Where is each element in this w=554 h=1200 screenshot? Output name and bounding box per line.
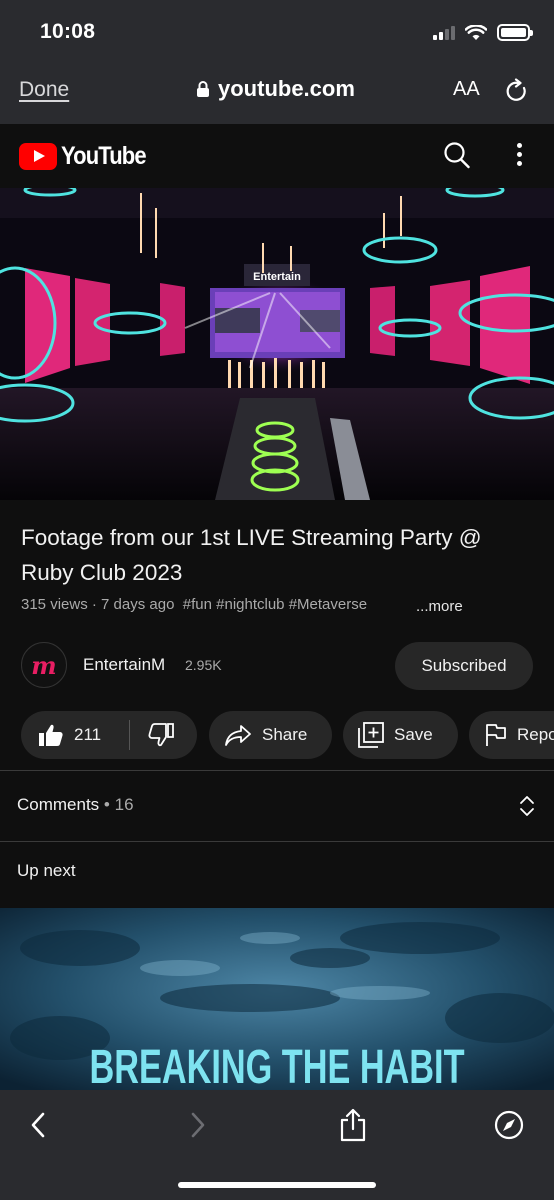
action-bar: 211 Share Save Report [21,711,554,759]
video-frame: Entertain [0,188,554,500]
youtube-logo[interactable]: YouTube [19,142,157,171]
search-icon [444,142,470,169]
back-icon [31,1112,45,1138]
save-label: Save [394,725,433,744]
wifi-icon [465,24,487,40]
status-icons [433,24,533,41]
hashtags[interactable]: #fun #nightclub #Metaverse [183,596,367,613]
save-playlist-icon [358,722,384,748]
back-button[interactable] [28,1110,48,1145]
more-vert-icon[interactable] [517,143,522,166]
channel-row: m EntertainM 2.95K Subscribed [21,642,533,690]
thumbs-down-icon [148,723,174,747]
forward-button[interactable] [188,1110,208,1145]
youtube-wordmark: YouTube [61,142,147,170]
subscriber-count: 2.95K [185,657,222,673]
flag-icon [486,724,506,746]
status-time: 10:08 [40,20,96,43]
thumbnail-title: BREAKING THE HABIT [90,1041,465,1090]
up-next-thumbnail-art: BREAKING THE HABIT [0,908,554,1090]
address-bar[interactable]: youtube.com [196,76,355,102]
text-size-label: AA [453,78,480,100]
open-in-safari-button[interactable] [494,1110,524,1145]
done-button[interactable]: Done [19,78,69,102]
video-meta: 315 views · 7 days ago #fun #nightclub #… [21,596,368,613]
youtube-play-icon [19,143,57,170]
reload-button[interactable] [505,78,529,109]
more-description-link[interactable]: ...more [416,598,463,615]
expand-chevrons-icon[interactable] [519,795,535,822]
share-button[interactable]: Share [209,711,332,759]
upload-age: 7 days ago [101,596,175,613]
share-sheet-icon [340,1108,366,1142]
divider [0,841,554,842]
up-next-label: Up next [17,861,76,880]
like-button[interactable]: 211 [21,723,129,747]
search-button[interactable] [444,142,470,174]
up-next-thumbnail[interactable]: BREAKING THE HABIT [0,908,554,1090]
thumbs-up-icon [39,724,63,746]
like-dislike-pill: 211 [21,711,197,759]
share-label: Share [262,725,308,744]
avatar-letter: m [31,650,57,680]
reload-icon [506,78,526,101]
comments-count: 16 [114,795,134,814]
channel-avatar[interactable]: m [21,642,67,688]
subscribed-button[interactable]: Subscribed [395,642,533,690]
dislike-button[interactable] [130,723,174,747]
forward-icon [191,1112,205,1138]
share-sheet-button[interactable] [339,1108,367,1147]
report-label: Report [517,725,554,744]
url-text: youtube.com [218,76,355,101]
lock-icon [197,81,209,97]
battery-icon [497,24,533,41]
share-icon [225,725,251,746]
youtube-header: YouTube [0,124,554,188]
cellular-signal-icon [433,25,455,40]
video-title: Footage from our 1st LIVE Streaming Part… [21,525,482,585]
report-button[interactable]: Report [469,711,554,759]
home-indicator [178,1182,376,1188]
stage-sign: Entertain [253,271,301,283]
like-count: 211 [74,725,102,744]
channel-name[interactable]: EntertainM [83,655,165,675]
status-bar: 10:08 [0,0,554,62]
text-size-button[interactable]: AA [453,78,480,101]
save-button[interactable]: Save [343,711,458,759]
compass-icon [494,1110,524,1140]
browser-header: Done youtube.com AA [0,62,554,124]
comments-label: Comments • 16 [17,795,134,814]
video-player[interactable]: Entertain [0,188,554,500]
comments-section[interactable]: Comments • 16 [0,771,554,841]
view-count: 315 views [21,596,88,613]
